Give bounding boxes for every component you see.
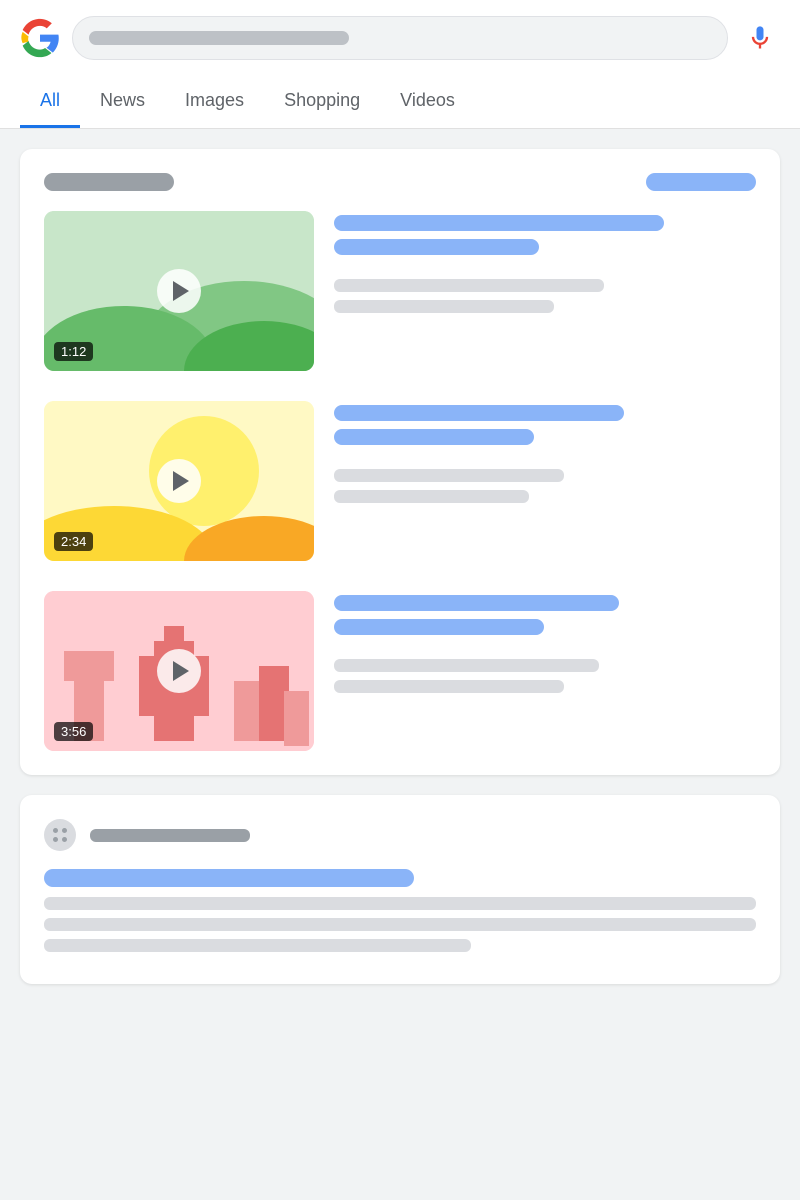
favicon-dot-3	[53, 837, 58, 842]
result-main-link[interactable]	[44, 869, 414, 887]
video-link-title-3[interactable]	[334, 595, 619, 611]
video-desc-line2-1	[334, 300, 554, 313]
video-desc-line2-3	[334, 680, 564, 693]
video-desc-line1-3	[334, 659, 599, 672]
video-link-title-2[interactable]	[334, 405, 624, 421]
video-link-source-2[interactable]	[334, 429, 534, 445]
result-source-label	[90, 829, 250, 842]
tab-shopping[interactable]: Shopping	[264, 76, 380, 128]
video-link-source-1[interactable]	[334, 239, 539, 255]
result-block	[20, 795, 780, 984]
video-link-source-3[interactable]	[334, 619, 544, 635]
video-desc-line1-2	[334, 469, 564, 482]
video-desc-line2-2	[334, 490, 529, 503]
favicon-dot-4	[62, 837, 67, 842]
play-triangle-2	[173, 471, 189, 491]
favicon-icon	[44, 819, 76, 851]
play-triangle-3	[173, 661, 189, 681]
google-logo	[20, 18, 60, 58]
result-text-3	[44, 939, 471, 952]
tab-images[interactable]: Images	[165, 76, 264, 128]
nav-tabs: All News Images Shopping Videos	[0, 76, 800, 129]
card-header-label	[44, 173, 174, 191]
video-item-1: 1:12	[44, 211, 756, 371]
play-triangle-1	[173, 281, 189, 301]
mic-icon[interactable]	[740, 18, 780, 58]
duration-badge-1: 1:12	[54, 342, 93, 361]
duration-badge-3: 3:56	[54, 722, 93, 741]
favicon-dot-1	[53, 828, 58, 833]
video-thumbnail-1[interactable]: 1:12	[44, 211, 314, 371]
video-thumbnail-2[interactable]: 2:34	[44, 401, 314, 561]
play-button-1[interactable]	[157, 269, 201, 313]
video-info-2	[334, 401, 756, 561]
video-info-1	[334, 211, 756, 371]
play-button-3[interactable]	[157, 649, 201, 693]
video-link-title-1[interactable]	[334, 215, 664, 231]
video-item-2: 2:34	[44, 401, 756, 561]
tab-news[interactable]: News	[80, 76, 165, 128]
card-header-action[interactable]	[646, 173, 756, 191]
video-thumbnail-3[interactable]: 3:56	[44, 591, 314, 751]
tab-all[interactable]: All	[20, 76, 80, 128]
tab-videos[interactable]: Videos	[380, 76, 475, 128]
video-results-card: 1:12	[20, 149, 780, 775]
search-input-bar[interactable]	[72, 16, 728, 60]
video-item-3: 3:56	[44, 591, 756, 751]
search-input-placeholder	[89, 31, 349, 45]
video-info-3	[334, 591, 756, 751]
favicon-dot-2	[62, 828, 67, 833]
result-header	[44, 819, 756, 851]
video-desc-line1-1	[334, 279, 604, 292]
duration-badge-2: 2:34	[54, 532, 93, 551]
search-bar-container	[0, 0, 800, 76]
result-text-2	[44, 918, 756, 931]
favicon-dots	[53, 828, 67, 842]
result-text-1	[44, 897, 756, 910]
play-button-2[interactable]	[157, 459, 201, 503]
content-area: 1:12	[0, 129, 800, 1004]
card-header	[44, 173, 756, 191]
